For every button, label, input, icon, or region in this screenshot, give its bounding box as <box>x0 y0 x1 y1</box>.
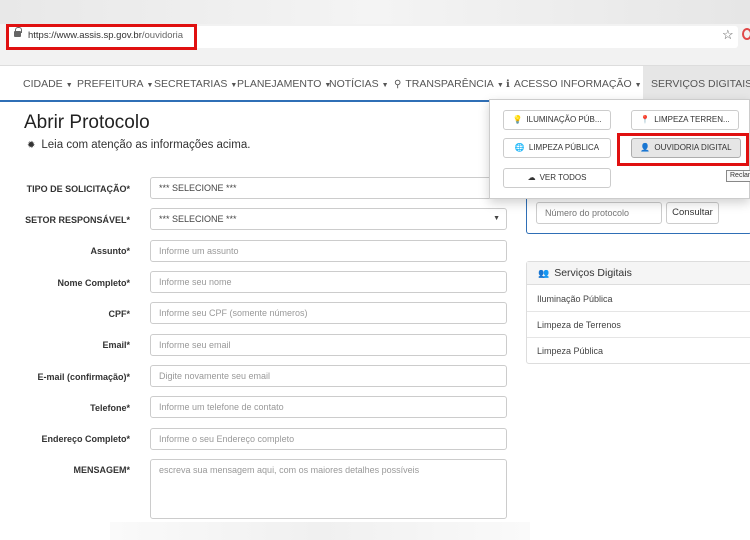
nav-item-transparencia[interactable]: ⚲ TRANSPARÊNCIA ▼ <box>394 66 504 100</box>
notice-text: ✹ Leia com atenção as informações acima. <box>27 139 251 151</box>
info-icon: ℹ <box>506 79 510 90</box>
label-email: Email* <box>102 340 130 350</box>
cpf-input[interactable] <box>150 302 507 324</box>
label-telefone: Telefone* <box>90 403 130 413</box>
services-panel-header: 👥 Serviços Digitais <box>527 262 750 285</box>
cloud-icon: ☁ <box>527 173 536 182</box>
label-setor-responsavel: SETOR RESPONSÁVEL* <box>25 215 130 225</box>
globe-icon: 🌐 <box>514 143 525 152</box>
nav-item-noticias[interactable]: NOTÍCIAS ▼ <box>329 66 389 100</box>
dropdown-item-limpeza-terrenos[interactable]: 📍 LIMPEZA TERREN... <box>631 110 739 130</box>
tooltip: Reclamações <box>726 170 750 182</box>
dropdown-item-limpeza-publica[interactable]: 🌐 LIMPEZA PÚBLICA <box>503 138 611 158</box>
label-cpf: CPF* <box>108 309 130 319</box>
nav-item-servicos-digitais[interactable]: SERVIÇOS DIGITAIS▼ <box>643 66 750 100</box>
chevron-down-icon: ▼ <box>146 82 154 89</box>
dropdown-item-iluminacao[interactable]: 💡 ILUMINAÇÃO PÚB... <box>503 110 611 130</box>
page-title: Abrir Protocolo <box>24 112 150 133</box>
bookmark-star-icon[interactable]: ☆ <box>722 27 734 43</box>
dropdown-item-ver-todos[interactable]: ☁ VER TODOS <box>503 168 611 188</box>
gear-icon: ✹ <box>27 140 36 151</box>
search-icon: ⚲ <box>394 79 402 90</box>
extension-icon[interactable] <box>742 28 750 40</box>
protocol-number-input[interactable] <box>536 202 662 224</box>
service-link-limpeza-terrenos[interactable]: Limpeza de Terrenos <box>527 312 750 338</box>
chevron-down-icon: ▼ <box>381 82 389 89</box>
nav-item-prefeitura[interactable]: PREFEITURA ▼ <box>77 66 153 100</box>
main-nav: CIDADE ▼ PREFEITURA ▼ SECRETARIAS ▼ PLANEJA… <box>0 66 750 102</box>
mensagem-textarea[interactable] <box>150 459 507 519</box>
map-marker-icon: 📍 <box>640 115 651 124</box>
nome-completo-input[interactable] <box>150 271 507 293</box>
footer-strip <box>110 522 530 540</box>
label-endereco-completo: Endereço Completo* <box>41 434 130 444</box>
lightbulb-icon: 💡 <box>512 115 523 124</box>
assunto-input[interactable] <box>150 240 507 262</box>
browser-tab-strip <box>0 0 750 24</box>
address-highlight-box <box>6 24 197 50</box>
email-input[interactable] <box>150 334 507 356</box>
telefone-input[interactable] <box>150 396 507 418</box>
label-nome-completo: Nome Completo* <box>57 278 130 288</box>
nav-item-planejamento[interactable]: PLANEJAMENTO ▼ <box>237 66 331 100</box>
nav-item-acesso-informacao[interactable]: ℹ ACESSO INFORMAÇÃO ▼ <box>506 66 642 100</box>
nav-item-secretarias[interactable]: SECRETARIAS ▼ <box>154 66 237 100</box>
label-assunto: Assunto* <box>90 246 130 256</box>
setor-responsavel-select[interactable]: *** SELECIONE *** ▼ <box>150 208 507 230</box>
nav-item-cidade[interactable]: CIDADE ▼ <box>23 66 73 100</box>
browser-toolbar: https://www.assis.sp.gov.br/ouvidoria ☆ <box>0 0 750 66</box>
chevron-down-icon: ▼ <box>493 215 500 222</box>
consultar-button[interactable]: Consultar <box>666 202 719 224</box>
chevron-down-icon: ▼ <box>634 82 642 89</box>
tipo-solicitacao-select[interactable]: *** SELECIONE *** <box>150 177 507 199</box>
chevron-down-icon: ▼ <box>65 82 73 89</box>
endereco-completo-input[interactable] <box>150 428 507 450</box>
service-link-limpeza-publica[interactable]: Limpeza Pública <box>527 338 750 364</box>
users-icon: 👥 <box>538 268 550 278</box>
label-tipo-solicitacao: TIPO DE SOLICITAÇÃO* <box>26 184 130 194</box>
email-confirmacao-input[interactable] <box>150 365 507 387</box>
services-panel: 👥 Serviços Digitais Iluminação Pública Li… <box>526 261 750 364</box>
ouvidoria-highlight-box <box>617 133 749 166</box>
service-link-iluminacao[interactable]: Iluminação Pública <box>527 286 750 312</box>
label-email-confirmacao: E-mail (confirmação)* <box>37 372 130 382</box>
chevron-down-icon: ▼ <box>496 82 504 89</box>
label-mensagem: MENSAGEM* <box>73 465 130 475</box>
